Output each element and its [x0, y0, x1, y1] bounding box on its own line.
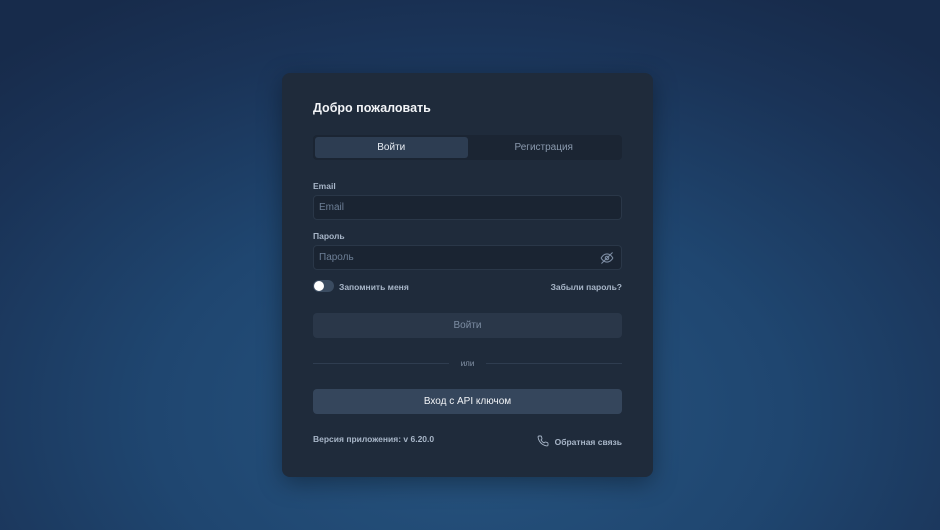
login-button[interactable]: Войти	[313, 313, 622, 338]
remember-toggle[interactable]	[313, 280, 334, 292]
divider-line-right	[486, 362, 623, 364]
password-label: Пароль	[313, 231, 345, 241]
feedback-label: Обратная связь	[554, 437, 622, 447]
password-placeholder: Пароль	[319, 252, 354, 263]
password-field[interactable]: Пароль	[313, 245, 622, 270]
divider-text: или	[460, 358, 475, 368]
auth-tabs: Войти Регистрация	[313, 135, 622, 160]
tab-register[interactable]: Регистрация	[468, 137, 621, 158]
login-card: Добро пожаловать Войти Регистрация Email…	[282, 73, 653, 477]
divider-line-left	[313, 362, 449, 364]
remember-label: Запомнить меня	[339, 282, 409, 292]
forgot-password-link[interactable]: Забыли пароль?	[551, 282, 622, 292]
tab-login[interactable]: Войти	[315, 137, 468, 158]
toggle-knob	[314, 281, 324, 291]
email-field[interactable]: Email	[313, 195, 622, 220]
page-title: Добро пожаловать	[313, 101, 431, 115]
feedback-link[interactable]: Обратная связь	[537, 435, 622, 449]
email-placeholder: Email	[319, 202, 345, 213]
phone-icon	[537, 435, 549, 449]
eye-off-icon[interactable]	[600, 251, 614, 265]
email-label: Email	[313, 181, 336, 191]
app-version: Версия приложения: v 6.20.0	[313, 434, 435, 444]
api-key-login-button[interactable]: Вход с API ключом	[313, 389, 622, 414]
or-divider: или	[313, 357, 623, 369]
